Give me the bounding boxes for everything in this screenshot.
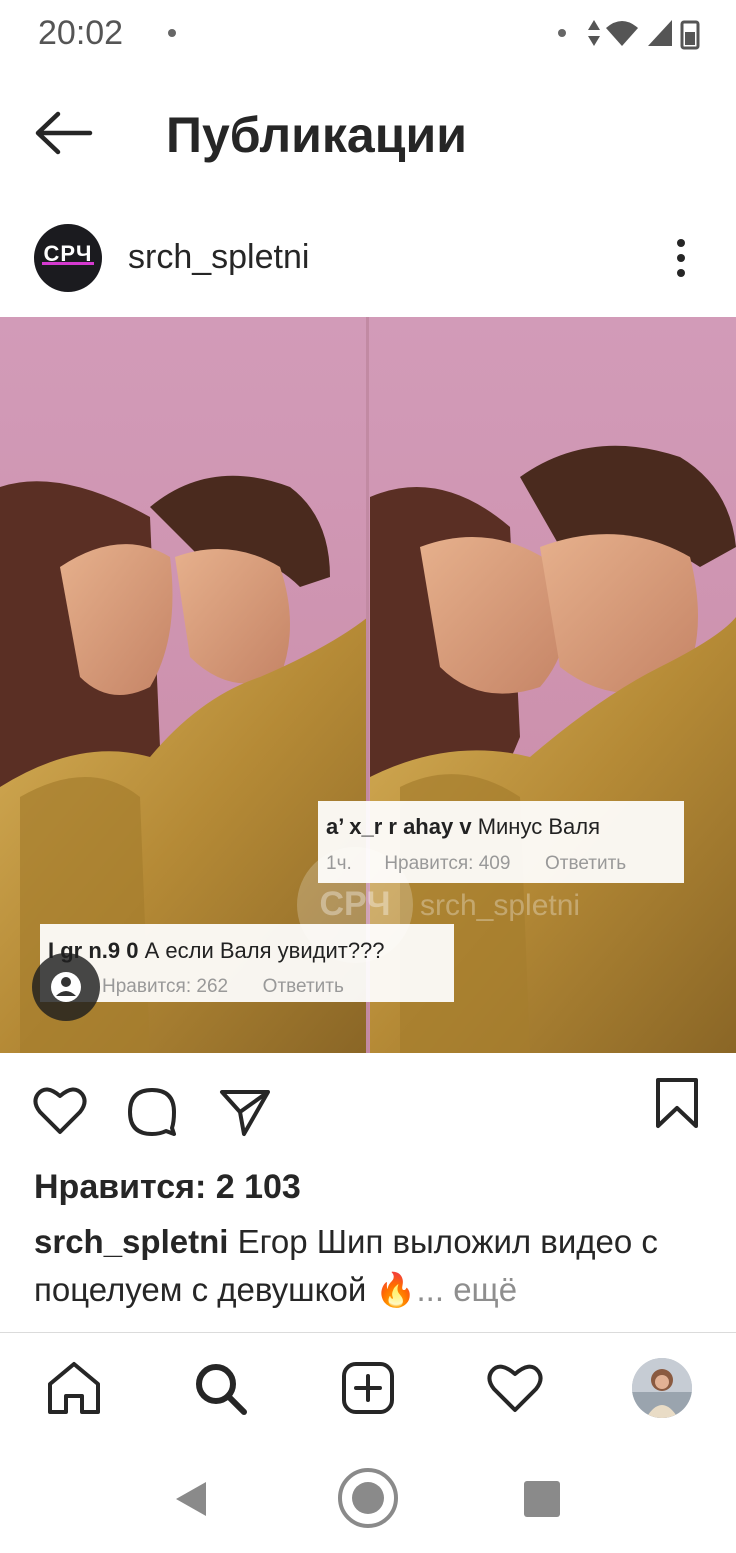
nav-profile[interactable] <box>632 1358 692 1418</box>
post-caption: srch_spletni Егор Шип выложил видео с по… <box>34 1218 714 1314</box>
activity-icon <box>487 1364 543 1412</box>
post-author-username[interactable]: srch_spletni <box>128 238 309 277</box>
comment-1-text: Минус Валя <box>477 814 600 839</box>
send-icon <box>220 1090 270 1136</box>
data-arrows-icon <box>588 20 600 46</box>
system-back-button[interactable] <box>170 1478 212 1520</box>
status-time: 20:02 <box>38 14 124 52</box>
comment-button[interactable] <box>124 1082 180 1138</box>
bookmark-icon <box>656 1078 698 1128</box>
heart-icon <box>33 1087 87 1134</box>
arrow-left-icon <box>35 111 93 155</box>
post-media[interactable]: СРЧ srch_spletni a’ x_r r ahay v Минус В… <box>0 317 736 1053</box>
user-tag-icon <box>51 972 81 1002</box>
comment-2-text: А если Валя увидит??? <box>144 938 385 963</box>
user-tags-button[interactable] <box>32 953 100 1021</box>
more-options-button[interactable] <box>668 236 694 280</box>
nav-activity[interactable] <box>485 1358 545 1418</box>
add-icon <box>342 1362 394 1414</box>
comment-1-likes: Нравится: 409 <box>384 853 511 874</box>
avatar-logo-wave <box>42 262 94 265</box>
share-button[interactable] <box>216 1082 272 1138</box>
status-icons <box>588 20 700 50</box>
caption-username[interactable]: srch_spletni <box>34 1223 228 1260</box>
comment-2-likes: Нравится: 262 <box>102 976 229 997</box>
save-button[interactable] <box>650 1076 706 1132</box>
wifi-icon <box>606 21 638 46</box>
likes-count[interactable]: Нравится: 2 103 <box>34 1168 301 1207</box>
nav-home[interactable] <box>44 1358 104 1418</box>
like-button[interactable] <box>32 1082 88 1138</box>
notification-dot-right <box>558 29 566 37</box>
back-button[interactable] <box>30 108 96 158</box>
page-title: Публикации <box>166 107 467 163</box>
nav-create[interactable] <box>338 1358 398 1418</box>
profile-icon <box>632 1358 692 1418</box>
search-icon <box>196 1364 247 1415</box>
comment-icon <box>128 1088 176 1136</box>
bottom-nav-divider <box>0 1332 736 1333</box>
comment-1-user: a’ x_r r ahay v <box>326 814 472 839</box>
comment-1-reply: Ответить <box>544 853 627 874</box>
more-vertical-icon <box>668 239 694 277</box>
comment-card-1: a’ x_r r ahay v Минус Валя 1ч. Нравится:… <box>318 801 684 883</box>
watermark-handle: srch_spletni <box>420 889 580 922</box>
comment-card-2: I gr n.9 0 А если Валя увидит??? Нравитс… <box>40 924 454 1002</box>
comment-1-time: 1ч. <box>326 853 352 874</box>
post-author-avatar[interactable]: СРЧ <box>34 224 102 292</box>
nav-search[interactable] <box>190 1358 250 1418</box>
caption-more-link[interactable]: ... ещё <box>417 1271 518 1308</box>
home-icon <box>48 1362 100 1414</box>
signal-icon <box>648 20 672 46</box>
system-home-button[interactable] <box>336 1466 400 1530</box>
watermark-logo-text: СРЧ <box>319 885 390 923</box>
system-recents-button[interactable] <box>524 1481 560 1517</box>
notification-dot <box>168 29 176 37</box>
comment-2-reply: Ответить <box>262 976 344 997</box>
